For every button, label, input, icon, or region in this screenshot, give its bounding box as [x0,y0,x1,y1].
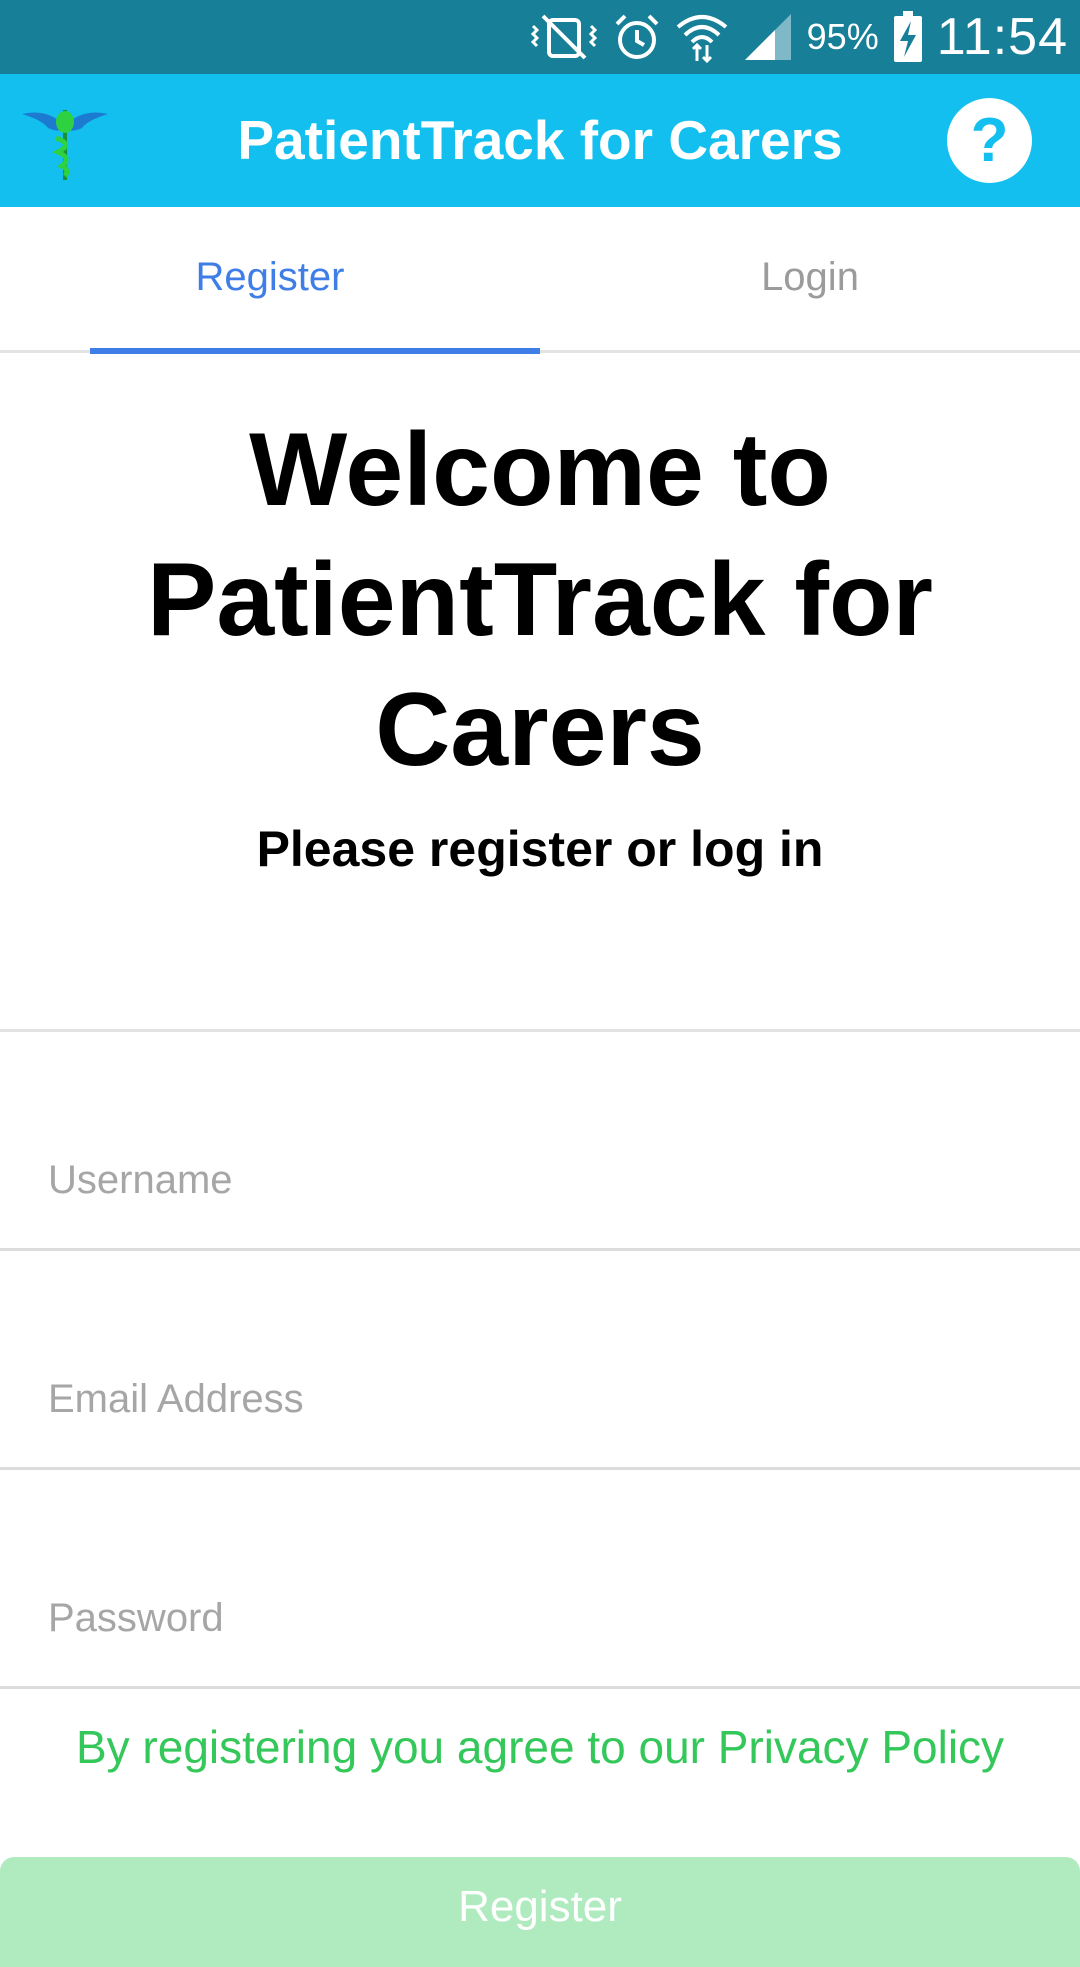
password-input[interactable] [48,1588,1032,1648]
vibrate-mute-icon [529,12,599,62]
email-field [0,1251,1080,1470]
privacy-policy-link[interactable]: By registering you agree to our Privacy … [0,1720,1080,1774]
clock: 11:54 [936,8,1068,66]
status-bar: 95% 11:54 [0,0,1080,74]
active-tab-indicator [90,348,540,354]
tab-login[interactable]: Login [540,207,1080,353]
tab-register[interactable]: Register [0,207,540,353]
app-title: PatientTrack for Carers [237,109,843,171]
status-icons: 95% 11:54 [529,0,1068,74]
battery-percent: 95% [806,16,879,57]
alarm-icon [613,12,661,62]
signal-icon [743,12,793,62]
tab-bar: Register Login [0,207,1080,354]
username-input[interactable] [48,1150,1032,1210]
battery-charging-icon [893,11,923,63]
password-field [0,1470,1080,1689]
username-field [0,1032,1080,1251]
welcome-title: Welcome to PatientTrack for Carers [146,412,934,788]
app-bar: PatientTrack for Carers ? [0,74,1080,207]
welcome-subtitle: Please register or log in [256,821,824,877]
email-input[interactable] [48,1369,1032,1429]
help-button[interactable]: ? [947,98,1032,183]
wifi-icon [675,11,729,63]
register-button[interactable]: Register [0,1857,1080,1967]
